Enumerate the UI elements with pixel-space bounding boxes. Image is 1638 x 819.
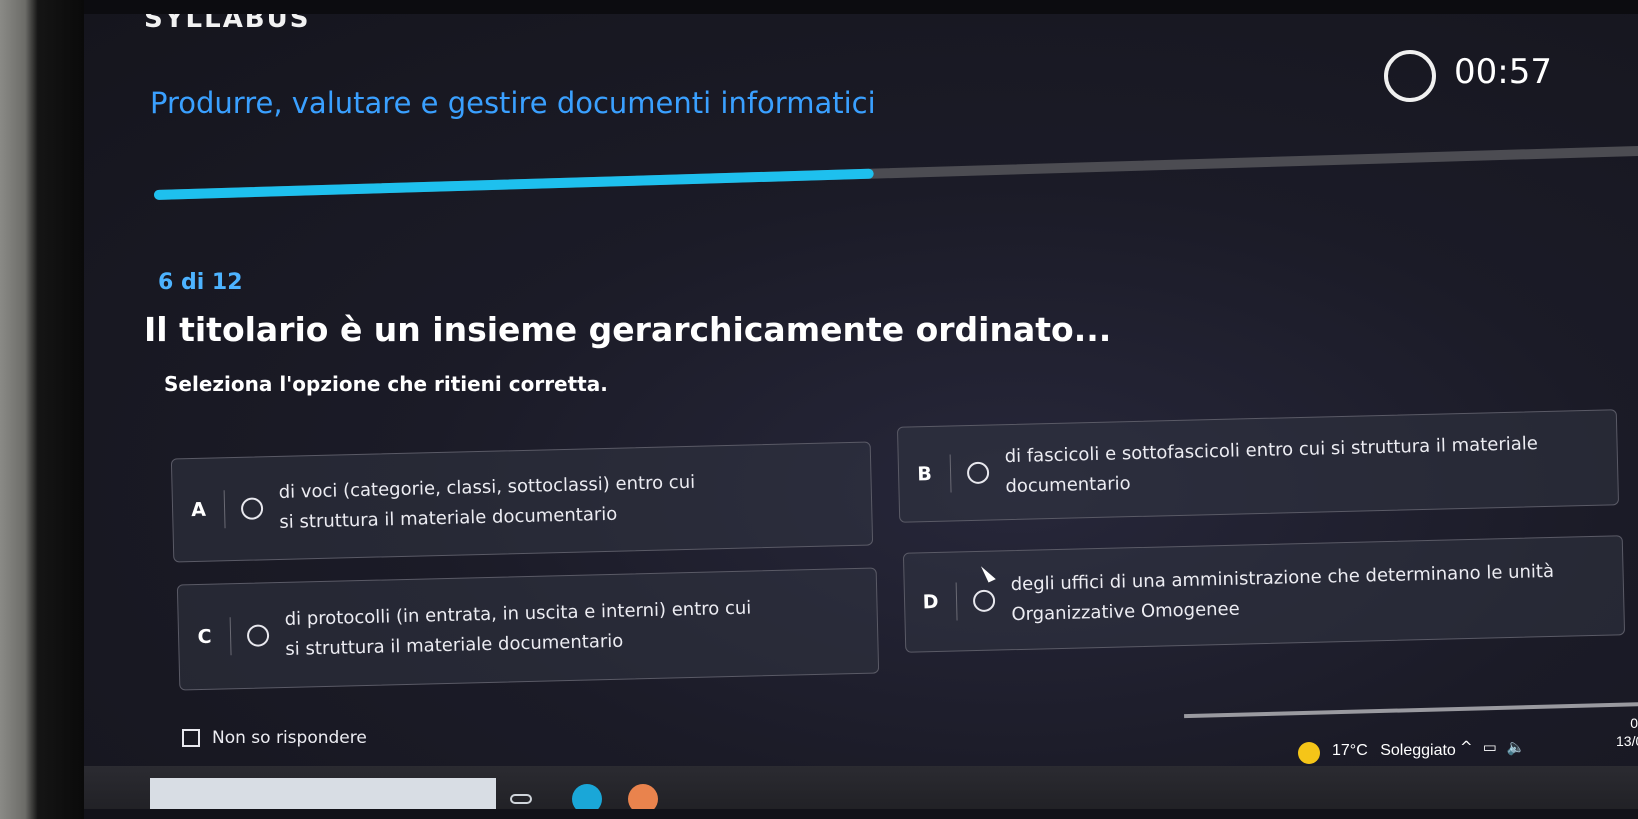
option-a[interactable]: A di voci (categorie, classi, sottoclass… — [170, 441, 874, 563]
taskbar-edge — [1184, 701, 1638, 719]
option-text: di voci (categorie, classi, sottoclassi)… — [278, 471, 696, 533]
monitor-bezel — [0, 0, 84, 819]
option-b[interactable]: B di fascicoli e sottofascicoli entro cu… — [896, 409, 1620, 523]
option-text: degli uffici di una amministrazione che … — [1010, 560, 1555, 626]
progress-bar — [153, 145, 1638, 200]
option-c[interactable]: C di protocolli (in entrata, in uscita e… — [176, 567, 880, 691]
weather-widget[interactable]: 17°C Soleggiato — [1332, 742, 1456, 760]
weather-temperature: 17°C — [1332, 742, 1368, 759]
no-answer-label: Non so rispondere — [212, 728, 367, 748]
radio-button[interactable] — [246, 624, 270, 647]
question-instruction: Seleziona l'opzione che ritieni corretta… — [164, 372, 608, 396]
monitor-bezel-top — [84, 0, 1638, 14]
speaker-icon[interactable]: 🔈 — [1507, 738, 1526, 756]
radio-button[interactable] — [972, 589, 996, 613]
option-text: di fascicoli e sottofascicoli entro cui … — [1004, 433, 1539, 498]
syllabus-logo: SYLLABUS — [144, 14, 311, 34]
sun-icon[interactable] — [1298, 742, 1320, 764]
radio-button[interactable] — [240, 497, 264, 520]
edge-browser-icon[interactable] — [572, 784, 602, 809]
system-tray: ^ ▭ 🔈 — [1460, 738, 1525, 756]
option-letter: B — [898, 454, 952, 494]
checkbox[interactable] — [182, 729, 200, 747]
weather-condition: Soleggiato — [1380, 742, 1456, 759]
chevron-up-icon[interactable]: ^ — [1460, 738, 1473, 756]
radio-button[interactable] — [966, 461, 990, 485]
timer-ring-icon — [1384, 50, 1436, 102]
question-counter: 6 di 12 — [158, 270, 243, 295]
timer: 00:57 — [1454, 52, 1552, 92]
clock-date: 13/0 — [1616, 733, 1638, 749]
course-title: Produrre, valutare e gestire documenti i… — [150, 86, 876, 120]
option-letter: A — [172, 490, 226, 530]
progress-bar-fill — [153, 168, 874, 200]
quiz-screen: SYLLABUS Produrre, valutare e gestire do… — [84, 14, 1638, 809]
option-text: di protocolli (in entrata, in uscita e i… — [284, 597, 752, 660]
no-answer-option[interactable]: Non so rispondere — [182, 728, 367, 748]
option-letter: C — [178, 617, 232, 657]
task-view-icon[interactable] — [510, 794, 532, 804]
question-text: Il titolario è un insieme gerarchicament… — [144, 310, 1112, 349]
taskbar-search-box[interactable] — [150, 778, 496, 809]
option-d[interactable]: D degli uffici di una amministrazione ch… — [902, 535, 1626, 653]
option-letter: D — [904, 582, 958, 622]
browser-icon[interactable] — [628, 784, 658, 809]
taskbar-clock[interactable]: 0 13/0 — [1616, 714, 1638, 750]
clock-time: 0 — [1630, 715, 1638, 731]
network-icon[interactable]: ▭ — [1483, 738, 1497, 756]
